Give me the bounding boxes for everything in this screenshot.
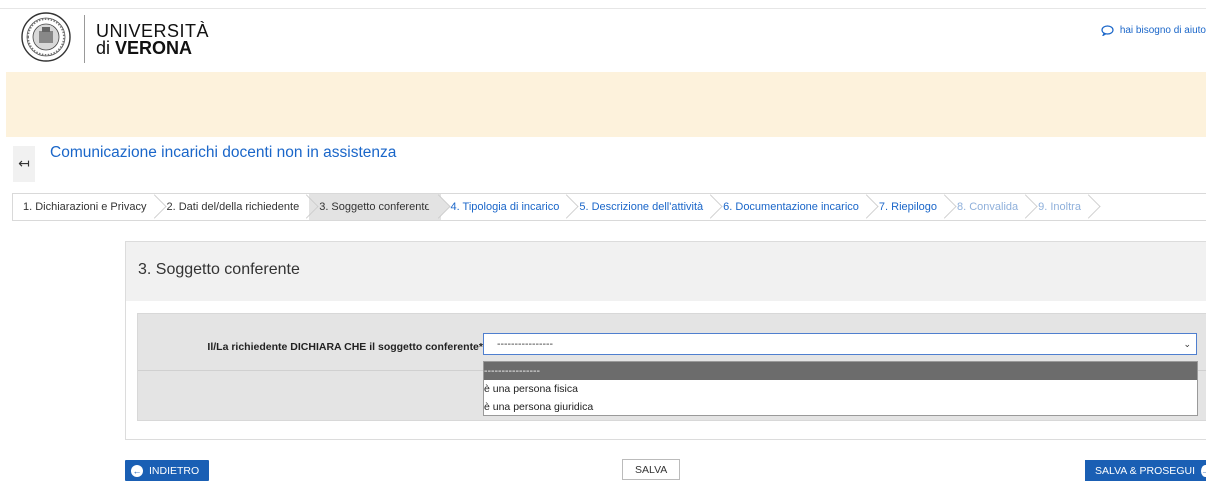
card-header: 3. Soggetto conferente bbox=[126, 242, 1206, 301]
logo-divider bbox=[84, 15, 85, 63]
salva-prosegui-button[interactable]: SALVA & PROSEGUI → bbox=[1085, 460, 1206, 481]
option-persona-fisica[interactable]: è una persona fisica bbox=[484, 380, 1197, 398]
step-label: 8. Convalida bbox=[956, 201, 1019, 213]
salva-label: SALVA bbox=[635, 463, 668, 476]
option-empty[interactable]: ---------------- bbox=[484, 362, 1197, 380]
logo-line-2-prefix: di bbox=[96, 38, 116, 58]
page-title: Comunicazione incarichi docenti non in a… bbox=[50, 144, 397, 161]
step-label: 5. Descrizione dell'attività bbox=[579, 201, 704, 213]
soggetto-conferente-label: Il/La richiedente DICHIARA CHE il sogget… bbox=[207, 341, 483, 353]
option-persona-giuridica[interactable]: è una persona giuridica bbox=[484, 398, 1197, 416]
back-button[interactable]: ↤ bbox=[13, 146, 35, 182]
arrow-left-icon: ↤ bbox=[18, 156, 30, 172]
chevron-down-icon: ⌄ bbox=[1183, 339, 1191, 349]
step-label: 6. Documentazione incarico bbox=[723, 201, 859, 213]
university-seal-logo[interactable] bbox=[20, 11, 72, 63]
step-label: 7. Riepilogo bbox=[878, 201, 937, 213]
circle-arrow-left-icon: ← bbox=[131, 464, 143, 477]
chat-bubble-icon bbox=[1101, 25, 1114, 36]
step-label: 4. Tipologia di incarico bbox=[450, 201, 560, 213]
step-label: 2. Dati del/della richiedente bbox=[166, 201, 300, 213]
step-soggetto-conferente[interactable]: 3. Soggetto conferente bbox=[309, 194, 441, 220]
indietro-label: INDIETRO bbox=[149, 464, 200, 477]
step-descrizione-attivita[interactable]: 5. Descrizione dell'attività bbox=[569, 194, 713, 220]
step-convalida: 8. Convalida bbox=[947, 194, 1028, 220]
step-label: 1. Dichiarazioni e Privacy bbox=[23, 201, 147, 213]
step-documentazione-incarico[interactable]: 6. Documentazione incarico bbox=[713, 194, 869, 220]
card-title: 3. Soggetto conferente bbox=[138, 261, 300, 278]
step-dichiarazioni-privacy[interactable]: 1. Dichiarazioni e Privacy bbox=[13, 194, 157, 220]
salva-prosegui-label: SALVA & PROSEGUI bbox=[1095, 464, 1195, 477]
soggetto-conferente-options: ---------------- è una persona fisica è … bbox=[483, 361, 1198, 416]
select-value: ---------------- bbox=[497, 338, 553, 350]
salva-button[interactable]: SALVA bbox=[622, 459, 681, 480]
site-header: UNIVERSITÀ di VERONA hai bisogno di aiut… bbox=[0, 9, 1206, 71]
step-label: 3. Soggetto conferente bbox=[319, 201, 431, 213]
step-dati-richiedente[interactable]: 2. Dati del/della richiedente bbox=[157, 194, 310, 220]
step-tipologia-incarico[interactable]: 4. Tipologia di incarico bbox=[441, 194, 570, 220]
notice-banner bbox=[6, 72, 1206, 137]
indietro-button[interactable]: ← INDIETRO bbox=[125, 460, 210, 481]
logo-line-2-bold: VERONA bbox=[115, 38, 193, 58]
logo-line-2: di VERONA bbox=[96, 38, 209, 58]
wizard-steps: 1. Dichiarazioni e Privacy 2. Dati del/d… bbox=[12, 193, 1206, 221]
help-link-label: hai bisogno di aiuto bbox=[1119, 25, 1206, 36]
university-logo-text[interactable]: UNIVERSITÀ di VERONA bbox=[96, 22, 209, 58]
step-riepilogo[interactable]: 7. Riepilogo bbox=[869, 194, 947, 220]
soggetto-conferente-select[interactable]: ---------------- ⌄ bbox=[483, 333, 1197, 355]
step-label: 9. Inoltra bbox=[1038, 201, 1081, 213]
circle-arrow-right-icon: → bbox=[1200, 464, 1206, 477]
help-link[interactable]: hai bisogno di aiuto bbox=[1101, 25, 1206, 36]
step-inoltra: 9. Inoltra bbox=[1028, 194, 1091, 220]
